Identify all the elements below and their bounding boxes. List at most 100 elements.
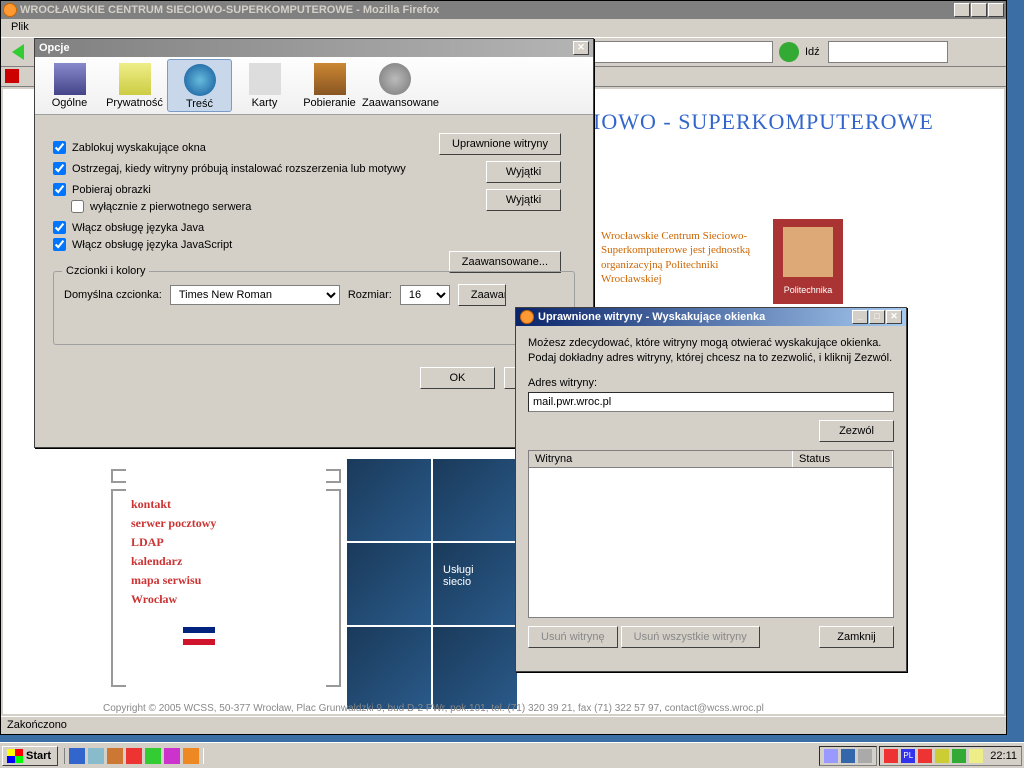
globe-icon [184,64,216,96]
page-info-text: Wrocławskie Centrum Sieciowo-Superkomput… [601,229,771,286]
popup-titlebar[interactable]: Uprawnione witryny - Wyskakujące okienka… [516,308,906,326]
options-dialog: Opcje ✕ Ogólne Prywatność Treść Karty Po… [34,38,594,448]
clock[interactable]: 22:11 [990,750,1017,762]
options-titlebar[interactable]: Opcje ✕ [35,39,593,57]
ql-app-icon[interactable] [126,748,142,764]
maximize-button[interactable]: □ [971,3,987,17]
remove-site-button[interactable]: Usuń witrynę [528,626,618,648]
nav-link-kalendarz[interactable]: kalendarz [113,552,339,571]
taskbar: Start PL 22:11 [0,742,1024,768]
btn-allowed-sites[interactable]: Uprawnione witryny [439,133,561,155]
ql-app3-icon[interactable] [164,748,180,764]
windows-logo-icon [7,749,23,763]
nav-link-wroclaw[interactable]: Wrocław [113,590,339,609]
statusbar: Zakończono [1,716,1006,734]
gear-icon [54,63,86,95]
go-label: Idź [805,46,820,58]
chk-originating-only[interactable] [71,200,84,213]
tray-word-icon[interactable] [841,749,855,763]
back-arrow-icon [12,44,24,60]
nav-link-mapa[interactable]: mapa serwisu [113,571,339,590]
tab-privacy[interactable]: Prywatność [102,59,167,112]
status-text: Zakończono [7,719,67,731]
ql-ie-icon[interactable] [69,748,85,764]
close-button[interactable]: ✕ [988,3,1004,17]
font-select[interactable]: Times New Roman [170,285,340,305]
tray-ati-icon[interactable] [918,749,932,763]
chk-java[interactable] [53,221,66,234]
btn-exceptions-2[interactable]: Wyjątki [486,189,561,211]
start-button[interactable]: Start [2,746,58,766]
ql-app2-icon[interactable] [145,748,161,764]
tray-vol-icon[interactable] [935,749,949,763]
options-ok-button[interactable]: OK [420,367,495,389]
system-tray-2: PL 22:11 [879,746,1022,766]
ql-desktop-icon[interactable] [88,748,104,764]
page-footer: Copyright © 2005 WCSS, 50-377 Wrocław, P… [103,703,904,714]
popup-close-button[interactable]: ✕ [886,310,902,324]
chk-load-images[interactable] [53,183,66,196]
allowed-sites-dialog: Uprawnione witryny - Wyskakujące okienka… [515,307,907,672]
remove-all-button[interactable]: Usuń wszystkie witryny [621,626,760,648]
tabs-icon [249,63,281,95]
download-icon [314,63,346,95]
size-label: Rozmiar: [348,289,392,301]
tab-general[interactable]: Ogólne [37,59,102,112]
tab-site-icon[interactable] [5,69,19,83]
go-button[interactable] [779,42,799,62]
btn-exceptions-1[interactable]: Wyjątki [486,161,561,183]
tray-sound-icon[interactable] [969,749,983,763]
back-button[interactable] [5,40,31,64]
popup-title: Uprawnione witryny - Wyskakujące okienka [538,311,765,323]
chk-block-popups[interactable] [53,141,66,154]
allow-button[interactable]: Zezwól [819,420,894,442]
lock-icon [119,63,151,95]
chk-javascript[interactable] [53,238,66,251]
tab-content[interactable]: Treść [167,59,232,112]
popup-description: Możesz zdecydować, które witryny mogą ot… [528,336,894,367]
ql-firefox-icon[interactable] [183,748,199,764]
nav-link-serwer[interactable]: serwer pocztowy [113,514,339,533]
nav-link-ldap[interactable]: LDAP [113,533,339,552]
popup-maximize-button[interactable]: □ [869,310,885,324]
tray-app2-icon[interactable] [858,749,872,763]
popup-minimize-button[interactable]: _ [852,310,868,324]
photo-grid [347,459,517,709]
address-input[interactable] [528,392,894,412]
sites-list-header: Witryna Status [528,450,894,468]
col-status[interactable]: Status [793,451,893,467]
cog-icon [379,63,411,95]
col-site[interactable]: Witryna [529,451,793,467]
quick-launch [64,748,204,764]
close-dialog-button[interactable]: Zamknij [819,626,894,648]
banner-text: Usługi siecio [443,564,474,588]
tray-app1-icon[interactable] [824,749,838,763]
main-titlebar[interactable]: WROCŁAWSKIE CENTRUM SIECIOWO-SUPERKOMPUT… [1,1,1006,19]
btn-fonts-advanced[interactable]: Zaawan [458,284,506,306]
nav-link-kontakt[interactable]: kontakt [113,495,339,514]
tab-tabs[interactable]: Karty [232,59,297,112]
options-close-button[interactable]: ✕ [573,41,589,55]
firefox-icon [520,310,534,324]
search-bar[interactable] [828,41,948,63]
sites-list[interactable] [528,468,894,618]
english-flag-icon[interactable] [183,627,215,645]
tab-downloads[interactable]: Pobieranie [297,59,362,112]
tray-lang-icon[interactable]: PL [901,749,915,763]
chk-warn-install[interactable] [53,162,66,175]
university-logo: Politechnika [773,219,843,304]
tab-advanced[interactable]: Zaawansowane [362,59,427,112]
minimize-button[interactable]: _ [954,3,970,17]
btn-js-advanced[interactable]: Zaawansowane... [449,251,561,273]
options-title: Opcje [39,42,70,54]
system-tray [819,746,877,766]
options-tab-strip: Ogólne Prywatność Treść Karty Pobieranie… [35,57,593,115]
tray-flag-icon[interactable] [884,749,898,763]
tray-net-icon[interactable] [952,749,966,763]
ql-outlook-icon[interactable] [107,748,123,764]
url-bar[interactable] [593,41,773,63]
window-title: WROCŁAWSKIE CENTRUM SIECIOWO-SUPERKOMPUT… [20,4,439,16]
address-label: Adres witryny: [528,377,894,389]
menu-file[interactable]: Plik [5,21,35,33]
size-select[interactable]: 16 [400,285,450,305]
